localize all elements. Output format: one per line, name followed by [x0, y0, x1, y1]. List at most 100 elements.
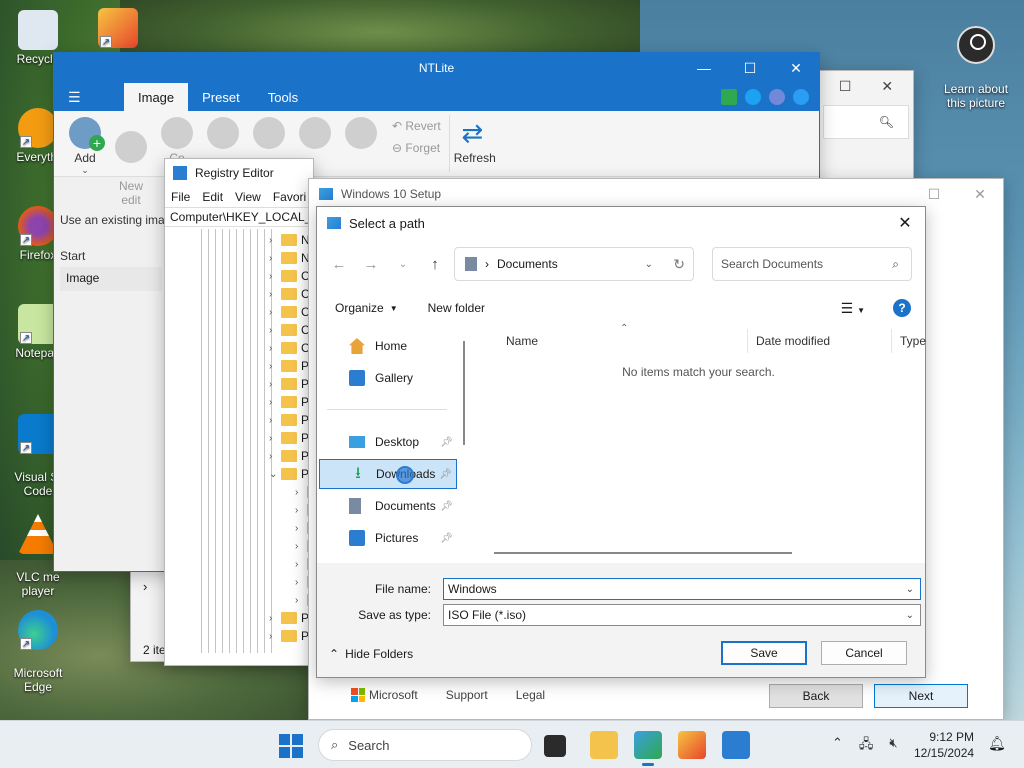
address-breadcrumb[interactable]: › Documents ⌄ ↻ — [454, 247, 694, 281]
registry-key-row[interactable]: › P — [269, 375, 309, 393]
breadcrumb-documents[interactable]: Documents — [497, 257, 558, 271]
column-name[interactable]: Name — [498, 329, 748, 353]
chevron-right-icon[interactable]: › — [269, 397, 277, 408]
chevron-right-icon[interactable]: › — [269, 613, 277, 624]
learn-about-picture[interactable]: Learn about this picture — [936, 12, 1016, 124]
chevron-right-icon[interactable]: › — [269, 379, 277, 390]
file-name-input[interactable]: Windows ⌄ — [443, 578, 921, 600]
back-arrow-icon[interactable]: ← — [323, 256, 355, 273]
close-icon[interactable]: ✕ — [881, 78, 893, 95]
search-field[interactable]: 🔍︎ — [823, 105, 909, 139]
forget-button[interactable]: ⊖ Forget — [386, 137, 441, 159]
chevron-right-icon[interactable]: › — [269, 307, 277, 318]
registry-key-row[interactable]: › C — [269, 321, 310, 339]
chevron-right-icon[interactable]: › — [269, 361, 277, 372]
search-input[interactable]: Search Documents ⌕ — [712, 247, 912, 281]
chevron-right-icon[interactable]: › — [295, 487, 303, 498]
task-view-icon[interactable] — [544, 735, 566, 757]
help-icon[interactable]: ? — [893, 299, 911, 317]
horizontal-scrollbar[interactable] — [494, 552, 792, 554]
tab-tools[interactable]: Tools — [254, 83, 312, 111]
close-icon[interactable]: ✕ — [773, 53, 819, 83]
back-button[interactable]: Back — [769, 684, 863, 708]
close-icon[interactable]: ✕ — [885, 213, 925, 233]
chevron-right-icon[interactable]: › — [295, 505, 303, 516]
desktop-icon-edge[interactable]: ↗ Microsoft Edge — [0, 596, 76, 708]
chevron-right-icon[interactable]: › — [269, 343, 277, 354]
forward-arrow-icon[interactable]: → — [355, 256, 387, 273]
registry-key-row[interactable]: › P — [269, 627, 309, 645]
clock[interactable]: 9:12 PM 12/15/2024 — [914, 729, 974, 761]
registry-key-row[interactable]: › C — [269, 285, 310, 303]
add-button[interactable]: + Add ⌄ — [64, 115, 106, 175]
registry-key-row[interactable]: › P — [269, 357, 309, 375]
revert-button[interactable]: ↶ Revert — [386, 115, 441, 137]
refresh-button[interactable]: ⇄ Refresh — [448, 115, 496, 172]
chevron-down-icon[interactable]: ⌄ — [906, 610, 914, 621]
chevron-right-icon[interactable]: › — [269, 271, 277, 282]
menu-view[interactable]: View — [235, 190, 261, 204]
nav-scrollbar[interactable] — [463, 341, 465, 445]
chevron-down-icon[interactable]: ⌄ — [269, 469, 277, 480]
update-icon[interactable] — [721, 89, 737, 105]
nav-gallery[interactable]: Gallery — [319, 363, 457, 393]
registry-editor-taskbar-icon[interactable] — [722, 731, 750, 759]
new-edit-button[interactable]: New edit — [110, 115, 152, 207]
registry-key-row[interactable]: ⌄ P — [269, 465, 309, 483]
chevron-right-icon[interactable]: › — [295, 595, 303, 606]
chevron-right-icon[interactable]: › — [269, 289, 277, 300]
maximize-icon[interactable]: ☐ — [839, 78, 852, 95]
close-icon[interactable]: ✕ — [957, 179, 1003, 209]
view-options-icon[interactable]: ☰ ▼ — [841, 300, 865, 317]
chevron-right-icon[interactable]: › — [269, 433, 277, 444]
save-type-select[interactable]: ISO File (*.iso) ⌄ — [443, 604, 921, 626]
chevron-right-icon[interactable]: › — [295, 577, 303, 588]
chevron-up-icon[interactable]: ⌃ — [832, 735, 843, 757]
organize-button[interactable]: Organize ▼ — [335, 301, 398, 315]
up-arrow-icon[interactable]: ↑ — [419, 256, 451, 273]
twitter-icon[interactable] — [745, 89, 761, 105]
cancel-button[interactable]: Cancel — [821, 641, 907, 665]
tab-image[interactable]: Image — [124, 83, 189, 111]
address-bar[interactable]: Computer\HKEY_LOCAL_ — [165, 207, 313, 227]
registry-key-row[interactable]: › P — [269, 411, 309, 429]
registry-key-row[interactable]: › P — [269, 393, 309, 411]
network-icon[interactable]: 🖧︎ — [859, 735, 874, 757]
chevron-right-icon[interactable]: › — [269, 253, 277, 264]
chevron-right-icon[interactable]: › — [143, 579, 147, 594]
registry-key-row[interactable]: › N — [269, 249, 310, 267]
chevron-right-icon[interactable]: › — [269, 235, 277, 246]
taskbar-search[interactable]: ⌕ Search — [318, 729, 532, 761]
refresh-icon[interactable]: ↻ — [673, 256, 685, 273]
support-link[interactable]: Support — [446, 688, 488, 702]
registry-key-row[interactable]: › C — [269, 267, 310, 285]
registry-key-row[interactable]: › P — [269, 609, 309, 627]
column-date-modified[interactable]: Date modified — [748, 329, 892, 353]
chevron-right-icon[interactable]: › — [269, 415, 277, 426]
chevron-right-icon[interactable]: › — [269, 451, 277, 462]
ntlite-taskbar-icon[interactable] — [678, 731, 706, 759]
new-folder-button[interactable]: New folder — [428, 301, 485, 315]
notification-icon[interactable]: 🔔︎ — [988, 735, 1006, 752]
volume-muted-icon[interactable]: 🔇︎ — [889, 735, 897, 757]
chevron-right-icon[interactable]: › — [295, 541, 303, 552]
registry-key-row[interactable]: › C — [269, 303, 310, 321]
next-button[interactable]: Next — [874, 684, 968, 708]
legal-link[interactable]: Legal — [516, 688, 545, 702]
windows-start-icon[interactable] — [279, 734, 303, 758]
nav-pictures[interactable]: Pictures 📌︎ — [319, 523, 457, 553]
chevron-right-icon[interactable]: › — [269, 631, 277, 642]
menu-file[interactable]: File — [171, 190, 190, 204]
image-list-item[interactable]: Image — [60, 267, 162, 291]
menu-favorites[interactable]: Favori — [273, 190, 306, 204]
chevron-down-icon[interactable]: ⌄ — [645, 259, 653, 270]
recent-dropdown-icon[interactable]: ⌄ — [387, 259, 419, 270]
tab-preset[interactable]: Preset — [188, 83, 254, 111]
windows-setup-taskbar-icon[interactable] — [634, 731, 662, 766]
maximize-icon[interactable]: ☐ — [727, 53, 773, 83]
nav-documents[interactable]: Documents 📌︎ — [319, 491, 457, 521]
desktop-icon-ntlite[interactable]: ↗ — [90, 8, 146, 50]
hamburger-menu-icon[interactable]: ☰ — [68, 83, 124, 111]
file-explorer-icon[interactable] — [590, 731, 618, 759]
ribbon-button-7[interactable] — [340, 115, 382, 172]
